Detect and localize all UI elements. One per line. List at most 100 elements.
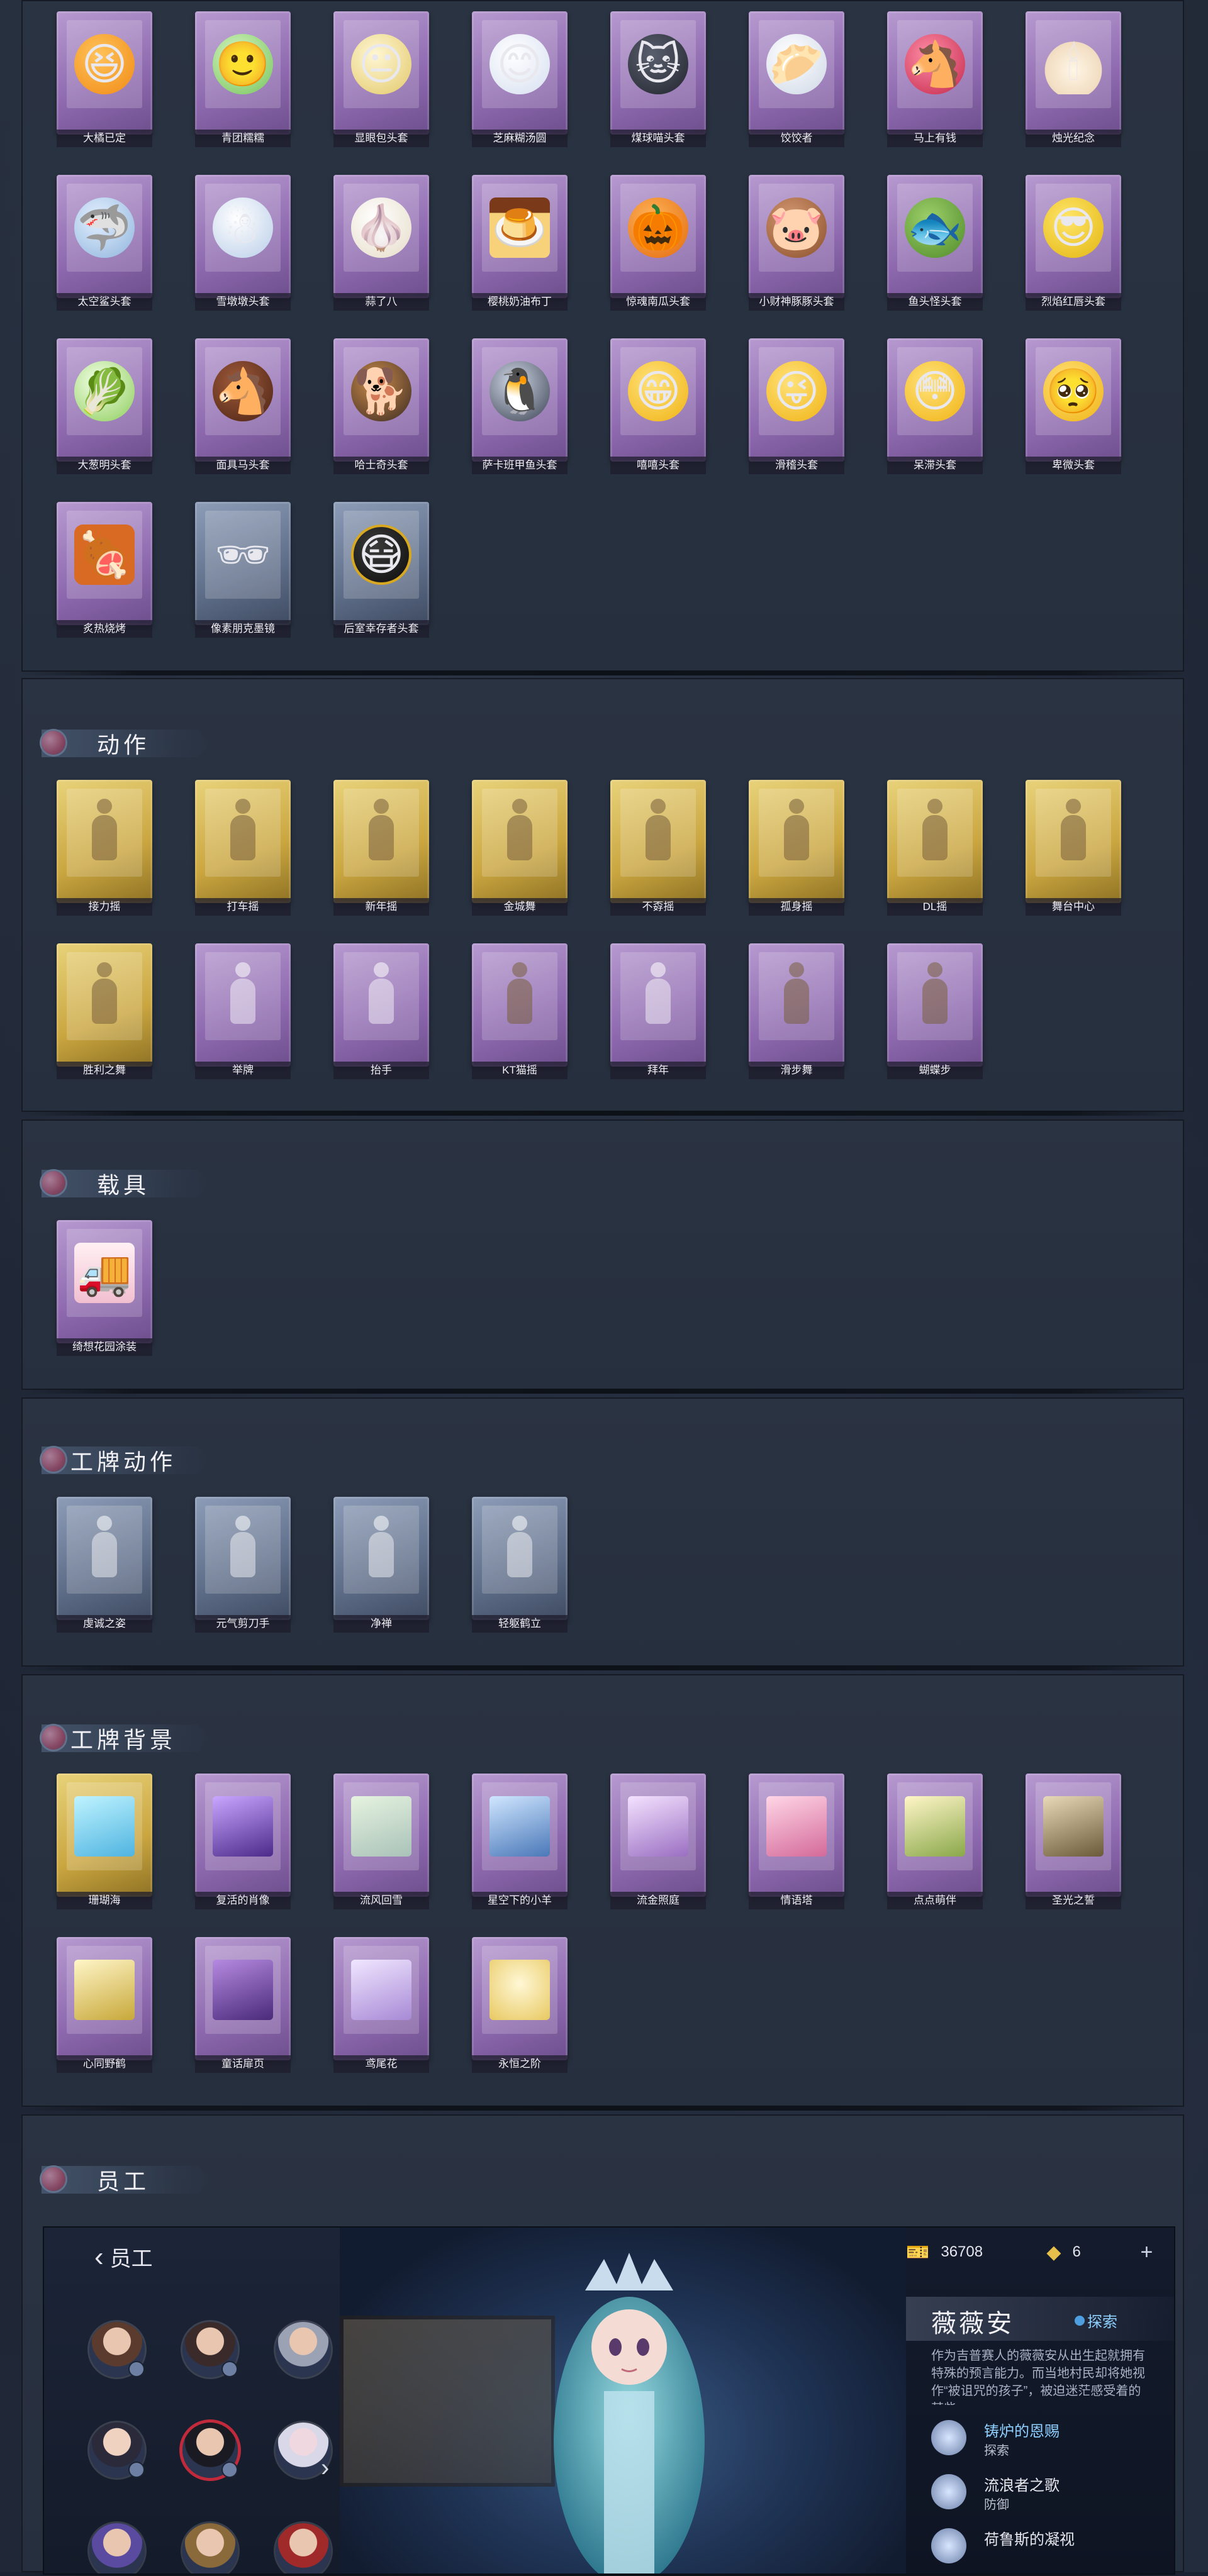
badge-background-item[interactable]: 流风回雪 xyxy=(331,1774,433,1913)
accessory-item[interactable]: 😁 嘻嘻头套 xyxy=(608,338,710,478)
accessory-item[interactable]: 🕯 烛光纪念 xyxy=(1023,11,1125,151)
accessory-item[interactable]: 🐷 小财神豚豚头套 xyxy=(746,175,848,314)
explore-badge[interactable]: 探索 xyxy=(1075,2309,1117,2331)
emote-item[interactable]: 舞台中心 xyxy=(1023,780,1125,919)
accessory-item[interactable]: 🥺 卑微头套 xyxy=(1023,338,1125,478)
badge-background-item[interactable]: 心同野鹤 xyxy=(54,1937,156,2077)
badge-emote-item[interactable]: 净禅 xyxy=(331,1497,433,1636)
badge-background-item[interactable]: 珊瑚海 xyxy=(54,1774,156,1913)
badge-background-item[interactable]: 永恒之阶 xyxy=(469,1937,571,2077)
accessory-item[interactable]: 🥬 大葱明头套 xyxy=(54,338,156,478)
accessory-item[interactable]: 🕶 像素朋克墨镜 xyxy=(193,502,294,641)
staff-avatar[interactable] xyxy=(182,2322,238,2377)
pixel-sunglasses-icon: 🕶 xyxy=(215,530,271,579)
badge-background-item[interactable]: 童话扉页 xyxy=(193,1937,294,2077)
humble-emoji-head-icon: 🥺 xyxy=(1043,361,1104,421)
badge-background-item[interactable]: 圣光之誓 xyxy=(1023,1774,1125,1913)
card-art-icon xyxy=(351,1960,411,2020)
accessory-item[interactable]: 🐱 煤球喵头套 xyxy=(608,11,710,151)
gas-mask-head-icon: 😷 xyxy=(351,525,411,585)
accessory-item[interactable]: 🎃 惊魂南瓜头套 xyxy=(608,175,710,314)
emote-item[interactable]: KT猫摇 xyxy=(469,943,571,1083)
accessory-item[interactable]: 🐴 面具马头套 xyxy=(193,338,294,478)
emote-item[interactable]: DL摇 xyxy=(885,780,987,919)
accessory-item[interactable]: 🍖 炙热烧烤 xyxy=(54,502,156,641)
staff-avatar[interactable] xyxy=(89,2322,145,2377)
badge-emote-item[interactable]: 轻躯鹤立 xyxy=(469,1497,571,1636)
staff-avatar[interactable] xyxy=(276,2322,331,2377)
chevron-left-icon: ‹ xyxy=(94,2241,104,2272)
pumpkin-head-icon: 🎃 xyxy=(628,197,688,258)
emote-item[interactable]: 孤身摇 xyxy=(746,780,848,919)
badge-background-item[interactable]: 点点萌伴 xyxy=(885,1774,987,1913)
emote-pose-icon xyxy=(775,799,818,868)
accessory-item[interactable]: 😎 烈焰红唇头套 xyxy=(1023,175,1125,314)
item-label: 流风回雪 xyxy=(333,1892,429,1909)
badge-pose-icon xyxy=(360,1516,403,1585)
orange-head-icon: 😆 xyxy=(74,34,135,94)
item-label: 面具马头套 xyxy=(195,457,291,474)
accessory-item[interactable]: 🥟 饺饺者 xyxy=(746,11,848,151)
emote-item[interactable]: 接力摇 xyxy=(54,780,156,919)
skill-row[interactable]: 铸炉的恩赐 探索 xyxy=(931,2416,1158,2460)
staff-avatar[interactable] xyxy=(276,2523,331,2573)
accessory-item[interactable]: 🐕 哈士奇头套 xyxy=(331,338,433,478)
skill-icon xyxy=(931,2420,966,2455)
vehicles-section-header: 载具 xyxy=(42,1167,211,1200)
item-label: 大葱明头套 xyxy=(57,457,152,474)
staff-avatar-selected[interactable] xyxy=(182,2423,238,2478)
staff-avatar[interactable] xyxy=(182,2523,238,2573)
emote-pose-icon xyxy=(360,962,403,1031)
skill-row[interactable]: 流浪者之歌 防御 xyxy=(931,2470,1158,2514)
skill-row[interactable]: 荷鲁斯的凝视 xyxy=(931,2524,1158,2568)
emote-item[interactable]: 胜利之舞 xyxy=(54,943,156,1083)
accessory-item[interactable]: 😐 显眼包头套 xyxy=(331,11,433,151)
emote-item[interactable]: 不孬摇 xyxy=(608,780,710,919)
explore-icon xyxy=(1075,2315,1085,2326)
badge-background-item[interactable]: 流金照庭 xyxy=(608,1774,710,1913)
emote-item[interactable]: 新年摇 xyxy=(331,780,433,919)
skill-icon xyxy=(931,2474,966,2509)
accessory-item[interactable]: 🐟 鱼头怪头套 xyxy=(885,175,987,314)
accessory-item[interactable]: ☃ 雪墩墩头套 xyxy=(193,175,294,314)
badge-background-item[interactable]: 复活的肖像 xyxy=(193,1774,294,1913)
badge-background-item[interactable]: 情语塔 xyxy=(746,1774,848,1913)
emote-item[interactable]: 打车摇 xyxy=(193,780,294,919)
accessory-item[interactable]: 🙂 青团糯糯 xyxy=(193,11,294,151)
item-label: 抬手 xyxy=(333,1062,429,1079)
staff-avatar[interactable] xyxy=(89,2423,145,2478)
accessory-item[interactable]: 😳 呆滞头套 xyxy=(885,338,987,478)
item-label: 呆滞头套 xyxy=(887,457,983,474)
vehicles-panel xyxy=(21,1119,1184,1394)
accessory-item[interactable]: 😊 芝麻糊汤圆 xyxy=(469,11,571,151)
emote-item[interactable]: 拜年 xyxy=(608,943,710,1083)
chevron-right-icon[interactable]: › xyxy=(321,2454,329,2482)
card-art-icon xyxy=(213,1796,273,1857)
accessory-item[interactable]: 🐴 马上有钱 xyxy=(885,11,987,151)
badge-background-item[interactable]: 星空下的小羊 xyxy=(469,1774,571,1913)
staff-avatar[interactable] xyxy=(89,2523,145,2573)
skill-name: 荷鲁斯的凝视 xyxy=(984,2531,1075,2548)
accessory-item[interactable]: 😆 大橘已定 xyxy=(54,11,156,151)
emote-item[interactable]: 金城舞 xyxy=(469,780,571,919)
badge-emote-item[interactable]: 虔诚之姿 xyxy=(54,1497,156,1636)
badge-background-item[interactable]: 鸢尾花 xyxy=(331,1937,433,2077)
vehicle-item[interactable]: 🚚 绮想花园涂装 xyxy=(54,1220,156,1360)
card-art-icon xyxy=(489,1796,550,1857)
emote-item[interactable]: 蝴蝶步 xyxy=(885,943,987,1083)
accessory-item[interactable]: 😜 滑稽头套 xyxy=(746,338,848,478)
back-button[interactable]: ‹ 员工 xyxy=(94,2241,153,2272)
badge-emote-item[interactable]: 元气剪刀手 xyxy=(193,1497,294,1636)
add-icon[interactable]: + xyxy=(1140,2240,1153,2265)
accessory-item[interactable]: 🧄 蒜了八 xyxy=(331,175,433,314)
accessory-item[interactable]: 🐧 萨卡班甲鱼头套 xyxy=(469,338,571,478)
character-info-panel: 🎫 36708 ◆ 6 + 薇薇安 探索 作为吉普赛人的薇薇安从出生起就拥有特殊… xyxy=(906,2228,1174,2573)
section-title: 工牌背景 xyxy=(42,1724,211,1752)
section-title: 动作 xyxy=(42,730,211,757)
emote-item[interactable]: 滑步舞 xyxy=(746,943,848,1083)
accessory-item[interactable]: 🍮 樱桃奶油布丁 xyxy=(469,175,571,314)
accessory-item[interactable]: 😷 后室幸存者头套 xyxy=(331,502,433,641)
accessory-item[interactable]: 🦈 太空鲨头套 xyxy=(54,175,156,314)
emote-item[interactable]: 抬手 xyxy=(331,943,433,1083)
emote-item[interactable]: 举牌 xyxy=(193,943,294,1083)
